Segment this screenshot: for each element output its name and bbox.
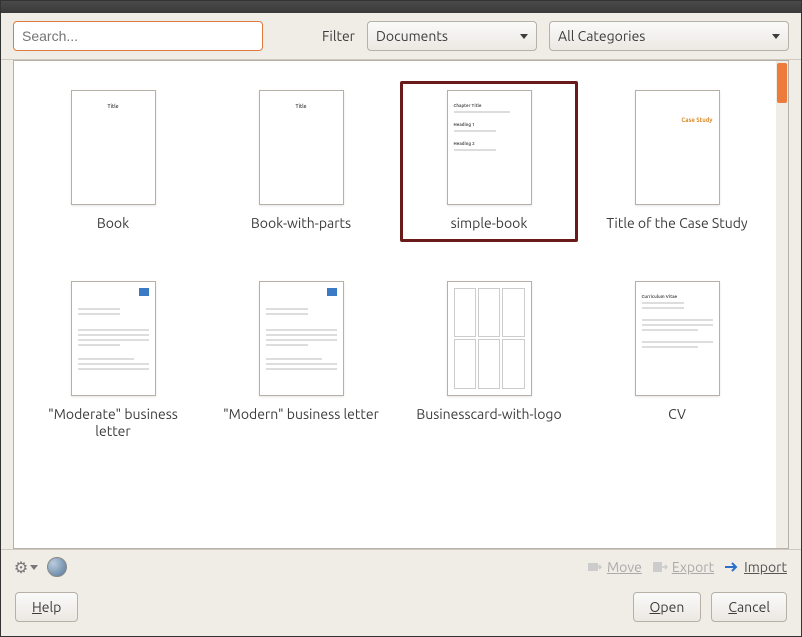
template-item[interactable]: "Moderate" business letter (24, 272, 202, 450)
open-button[interactable]: Open (633, 592, 702, 622)
scrollbar-thumb[interactable] (777, 63, 787, 103)
gear-icon: ⚙ (14, 558, 28, 577)
import-label: Import (744, 559, 787, 575)
button-row: Help Open Cancel (1, 584, 801, 636)
template-thumbnail: Case Study (635, 90, 720, 205)
template-item[interactable]: Case Study Title of the Case Study (588, 81, 766, 242)
titlebar (1, 1, 801, 13)
category-combo[interactable]: All Categories (549, 21, 789, 51)
template-thumbnail: Title (259, 90, 344, 205)
template-item[interactable]: "Modern" business letter (212, 272, 390, 450)
template-label: Title of the Case Study (606, 215, 747, 233)
template-thumbnail: Curriculum Vitae (635, 281, 720, 396)
template-label: Book (97, 215, 129, 233)
template-item[interactable]: Curriculum Vitae CV (588, 272, 766, 450)
template-item[interactable]: Title Book (24, 81, 202, 242)
template-label: simple-book (451, 215, 528, 233)
toolbar: Filter Documents All Categories (1, 13, 801, 60)
filter-combo[interactable]: Documents (367, 21, 537, 51)
template-thumbnail (447, 281, 532, 396)
template-item[interactable]: Title Book-with-parts (212, 81, 390, 242)
settings-menu-button[interactable]: ⚙ (15, 556, 37, 578)
template-label: "Modern" business letter (223, 406, 379, 424)
help-button[interactable]: Help (15, 592, 78, 622)
template-item[interactable]: Businesscard-with-logo (400, 272, 578, 450)
template-thumbnail (71, 281, 156, 396)
filter-label: Filter (322, 28, 355, 44)
template-list: Title Book Title Book-with-parts Chapter Tit… (13, 60, 789, 549)
move-label: Move (607, 559, 642, 575)
online-templates-button[interactable] (47, 557, 67, 577)
export-button[interactable]: Export (652, 559, 714, 575)
template-thumbnail: Title (71, 90, 156, 205)
import-icon (724, 560, 740, 574)
export-icon (652, 560, 668, 574)
search-input[interactable] (13, 21, 263, 51)
template-thumbnail (259, 281, 344, 396)
category-combo-value: All Categories (558, 28, 764, 44)
template-label: Book-with-parts (251, 215, 351, 233)
template-thumbnail: Chapter TitleHeading 1Heading 2 (447, 90, 532, 205)
import-button[interactable]: Import (724, 559, 787, 575)
chevron-down-icon (520, 34, 528, 39)
cancel-button[interactable]: Cancel (711, 592, 787, 622)
scrollbar[interactable] (776, 61, 788, 548)
template-item[interactable]: Chapter TitleHeading 1Heading 2 simple-bo… (400, 81, 578, 242)
move-icon (587, 560, 603, 574)
template-grid: Title Book Title Book-with-parts Chapter Tit… (14, 61, 776, 548)
template-label: Businesscard-with-logo (416, 406, 561, 424)
template-label: "Moderate" business letter (33, 406, 193, 441)
filter-combo-value: Documents (376, 28, 512, 44)
template-label: CV (668, 406, 686, 424)
action-row: ⚙ Move Export Import (1, 549, 801, 584)
chevron-down-icon (772, 34, 780, 39)
template-dialog: Filter Documents All Categories Title Boo… (0, 0, 802, 637)
chevron-down-icon (30, 565, 38, 570)
export-label: Export (672, 559, 714, 575)
move-button[interactable]: Move (587, 559, 642, 575)
